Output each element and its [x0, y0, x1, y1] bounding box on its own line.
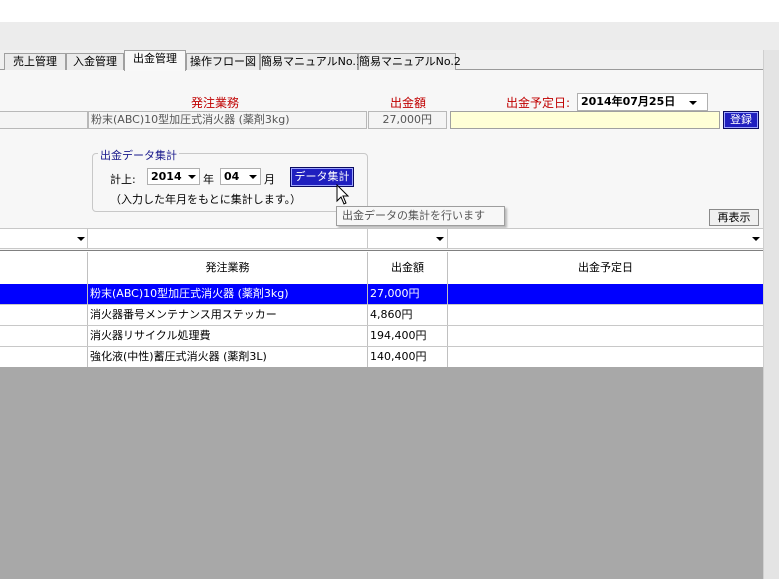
amount-field[interactable]: 27,000円 — [368, 111, 447, 129]
row-cell-task: 強化液(中性)蓄圧式消火器 (薬剤3L) — [88, 347, 368, 367]
aggregate-note: （入力した年月をもとに集計します。） — [110, 193, 302, 206]
chevron-down-icon — [752, 237, 760, 241]
row-cell-blank — [0, 326, 88, 346]
row-cell-amount: 194,400円 — [368, 326, 448, 346]
chevron-down-icon — [436, 237, 444, 241]
left-field[interactable] — [0, 111, 88, 129]
payment-date-value: 2014年07月25日 — [581, 95, 676, 108]
tab-manual-1[interactable]: 簡易マニュアルNo.1 — [260, 53, 363, 70]
tab-manual-2[interactable]: 簡易マニュアルNo.2 — [358, 53, 461, 70]
month-unit-label: 月 — [264, 173, 275, 186]
payment-date-picker[interactable]: 2014年07月25日 — [577, 93, 708, 111]
row-cell-amount: 4,860円 — [368, 305, 448, 325]
row-cell-date — [448, 347, 763, 367]
table-row[interactable]: 強化液(中性)蓄圧式消火器 (薬剤3L) 140,400円 — [0, 347, 763, 368]
filter-cell-date[interactable] — [448, 229, 763, 248]
register-button[interactable]: 登録 — [723, 111, 759, 129]
year-value: 2014 — [151, 170, 182, 183]
row-cell-blank — [0, 347, 88, 367]
filter-row — [0, 228, 763, 249]
column-header-task[interactable]: 発注業務 — [88, 252, 368, 286]
month-value: 04 — [224, 170, 240, 183]
row-cell-date — [448, 284, 763, 304]
redisplay-button[interactable]: 再表示 — [709, 209, 759, 226]
row-cell-task: 消火器リサイクル処理費 — [88, 326, 368, 346]
column-header-amount[interactable]: 出金額 — [368, 252, 448, 286]
chevron-down-icon — [188, 175, 196, 179]
table-row[interactable]: 粉末(ABC)10型加圧式消火器 (薬剤3kg) 27,000円 — [0, 284, 763, 305]
column-header-blank[interactable] — [0, 252, 88, 286]
row-cell-blank — [0, 305, 88, 325]
filter-cell-amount[interactable] — [368, 229, 448, 248]
filter-cell-task[interactable] — [88, 229, 368, 248]
row-cell-date — [448, 326, 763, 346]
chevron-down-icon — [77, 237, 85, 241]
table-row[interactable]: 消火器番号メンテナンス用ステッカー 4,860円 — [0, 305, 763, 326]
table-row[interactable]: 消火器リサイクル処理費 194,400円 — [0, 326, 763, 347]
mouse-cursor-icon — [336, 184, 350, 205]
chevron-down-icon — [249, 175, 257, 179]
task-field[interactable]: 粉末(ABC)10型加圧式消火器 (薬剤3kg) — [88, 111, 367, 129]
header-amount: 出金額 — [390, 96, 427, 110]
window-title-bar — [0, 0, 779, 22]
payments-grid: 発注業務 出金額 出金予定日 粉末(ABC)10型加圧式消火器 (薬剤3kg) … — [0, 250, 763, 368]
aggregate-group-title: 出金データ集計 — [98, 147, 179, 163]
column-header-date[interactable]: 出金予定日 — [448, 252, 763, 286]
chevron-down-icon — [689, 101, 697, 105]
tab-strip: 売上管理 入金管理 出金管理 操作フロー図 簡易マニュアルNo.1 簡易マニュア… — [0, 50, 763, 71]
filter-cell[interactable] — [0, 229, 88, 248]
window-header-area — [0, 22, 779, 50]
date-input[interactable] — [450, 111, 720, 129]
empty-workspace — [0, 367, 763, 579]
tab-operation-flow[interactable]: 操作フロー図 — [186, 53, 260, 70]
year-select[interactable]: 2014 — [147, 168, 200, 185]
row-cell-amount: 27,000円 — [368, 284, 448, 304]
year-unit-label: 年 — [203, 173, 214, 186]
row-cell-amount: 140,400円 — [368, 347, 448, 367]
row-cell-task: 消火器番号メンテナンス用ステッカー — [88, 305, 368, 325]
tab-payments[interactable]: 出金管理 — [124, 50, 186, 71]
header-task: 発注業務 — [191, 96, 240, 110]
header-date-label: 出金予定日: — [506, 96, 571, 110]
tooltip: 出金データの集計を行います — [336, 206, 505, 226]
tab-receipts[interactable]: 入金管理 — [66, 53, 124, 70]
tab-sales[interactable]: 売上管理 — [4, 53, 66, 70]
row-cell-task: 粉末(ABC)10型加圧式消火器 (薬剤3kg) — [88, 284, 368, 304]
vertical-scrollbar[interactable] — [763, 50, 779, 579]
row-cell-date — [448, 305, 763, 325]
month-select[interactable]: 04 — [220, 168, 261, 185]
label-keijo: 計上: — [110, 173, 136, 186]
row-cell-blank — [0, 284, 88, 304]
